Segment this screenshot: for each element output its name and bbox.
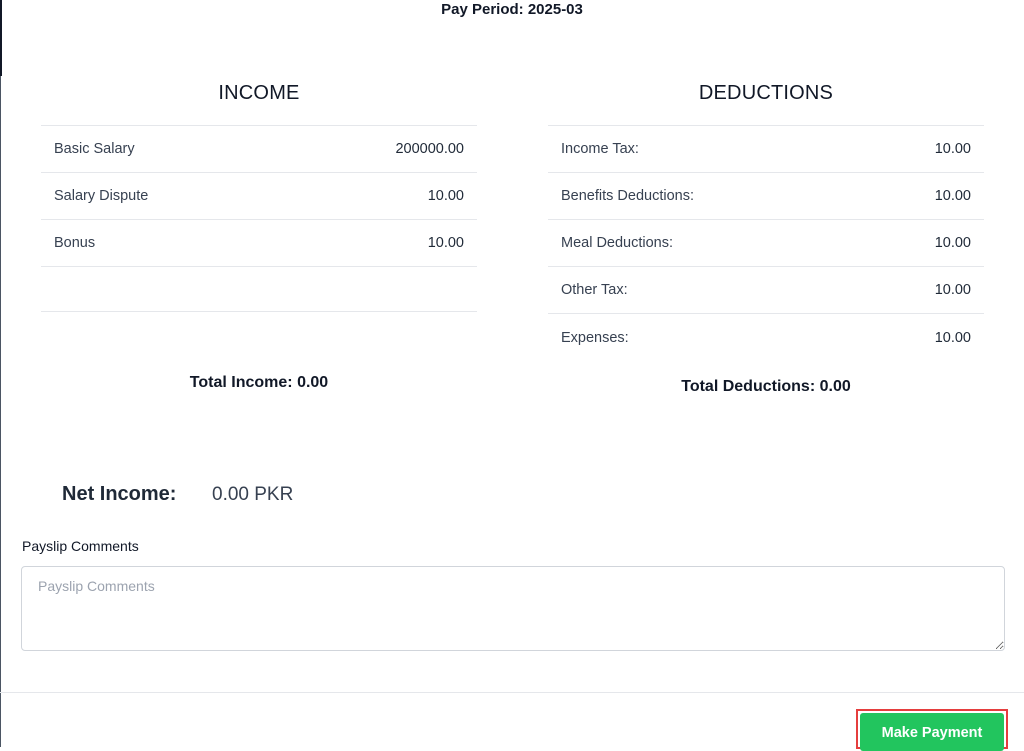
total-deductions: Total Deductions: 0.00: [681, 378, 851, 395]
income-title: INCOME: [218, 82, 300, 104]
income-row-basic-salary: Basic Salary 200000.00: [41, 126, 477, 173]
income-row-salary-dispute: Salary Dispute 10.00: [41, 173, 477, 220]
deduction-row-income-tax: Income Tax: 10.00: [548, 126, 984, 173]
total-income: Total Income: 0.00: [189, 374, 329, 391]
income-row-bonus: Bonus 10.00: [41, 220, 477, 267]
income-row-empty: [41, 267, 477, 312]
income-amount: 10.00: [427, 235, 464, 251]
left-border: [0, 0, 1, 747]
net-income-value: 0.00 PKR: [212, 484, 294, 505]
deduction-row-benefits: Benefits Deductions: 10.00: [548, 173, 984, 220]
deduction-amount: 10.00: [934, 188, 971, 204]
income-list: Basic Salary 200000.00 Salary Dispute 10…: [41, 125, 477, 312]
deduction-label: Other Tax:: [561, 282, 628, 298]
income-label: Basic Salary: [54, 141, 135, 157]
deduction-amount: 10.00: [934, 282, 971, 298]
deduction-label: Expenses:: [561, 329, 629, 346]
income-amount: 200000.00: [395, 141, 464, 157]
deductions-title: DEDUCTIONS: [698, 82, 834, 104]
pay-period: Pay Period: 2025-03: [441, 1, 583, 18]
deduction-label: Meal Deductions:: [561, 235, 674, 251]
income-amount: 10.00: [427, 188, 464, 204]
deductions-section: DEDUCTIONS Income Tax: 10.00 Benefits De…: [548, 82, 984, 361]
income-section: INCOME Basic Salary 200000.00 Salary Dis…: [41, 82, 477, 312]
deductions-list: Income Tax: 10.00 Benefits Deductions: 1…: [548, 125, 984, 361]
make-payment-button[interactable]: Make Payment: [860, 713, 1004, 751]
payslip-comments-input[interactable]: [21, 566, 1005, 651]
deduction-amount: 10.00: [934, 235, 971, 251]
income-label: Salary Dispute: [54, 188, 149, 204]
deduction-row-other-tax: Other Tax: 10.00: [548, 267, 984, 314]
deduction-row-meal: Meal Deductions: 10.00: [548, 220, 984, 267]
deduction-row-expenses: Expenses: 10.00: [548, 314, 984, 361]
deduction-amount: 10.00: [934, 329, 971, 346]
payslip-comments-label: Payslip Comments: [22, 538, 139, 554]
deduction-label: Benefits Deductions:: [561, 188, 694, 204]
income-label: Bonus: [54, 235, 96, 251]
deduction-amount: 10.00: [934, 141, 971, 157]
net-income-label: Net Income:: [62, 483, 177, 505]
footer-divider: [0, 692, 1024, 693]
deduction-label: Income Tax:: [561, 141, 639, 157]
